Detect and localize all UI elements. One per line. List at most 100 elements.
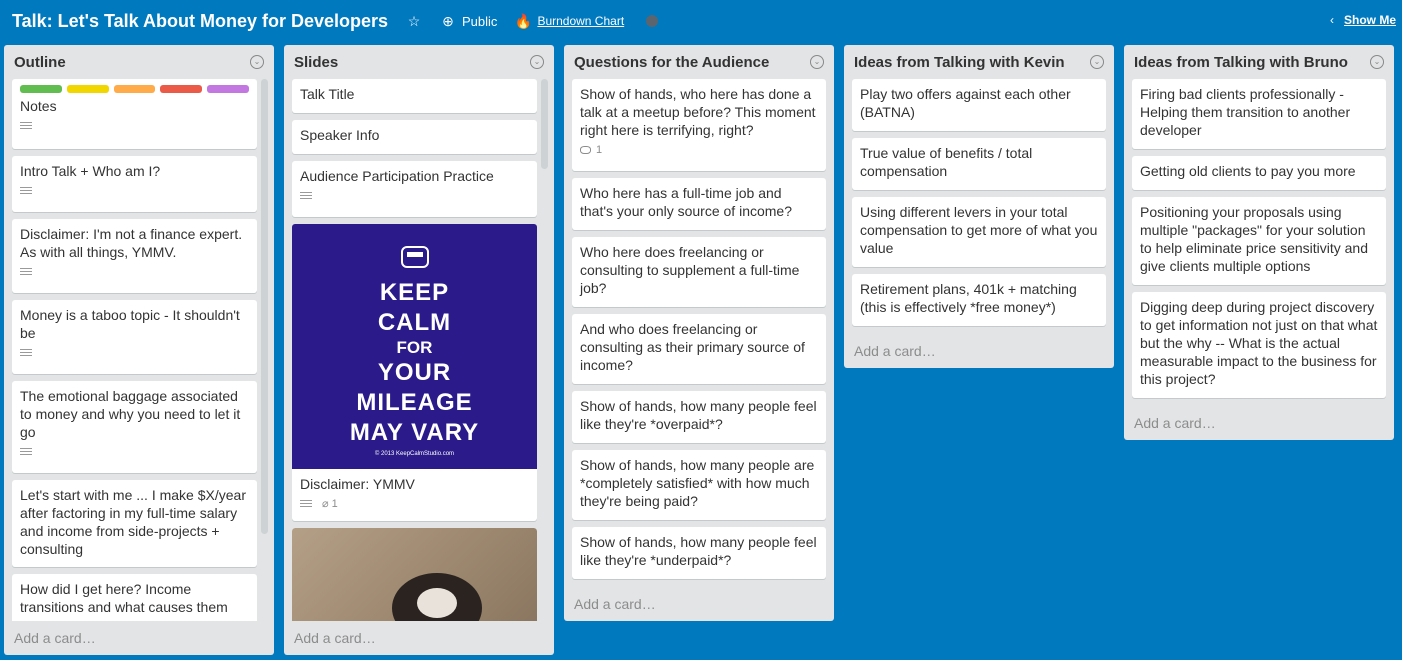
label-yellow (66, 85, 109, 93)
powerup-icon[interactable] (646, 15, 659, 27)
globe-icon: ⊕ (442, 12, 454, 29)
add-card-button[interactable]: Add a card… (294, 630, 376, 646)
board-header: Talk: Let's Talk About Money for Develop… (0, 0, 1402, 42)
card-title: True value of benefits / total compensat… (860, 145, 1033, 179)
description-icon (20, 121, 32, 131)
card[interactable]: Who here does freelancing or consulting … (572, 237, 826, 307)
add-card-button[interactable]: Add a card… (854, 343, 936, 359)
list-title[interactable]: Questions for the Audience (574, 54, 769, 71)
label-orange (113, 85, 156, 93)
scrollbar[interactable] (541, 79, 548, 169)
list-slides: Slides ⌄ Talk Title Speaker Info Audienc… (284, 45, 554, 655)
card-badges: 1 (580, 144, 818, 156)
add-card-button[interactable]: Add a card… (1134, 415, 1216, 431)
list-menu-icon[interactable]: ⌄ (530, 55, 544, 69)
card-title: Retirement plans, 401k + matching (this … (860, 281, 1077, 315)
card-title: Who here does freelancing or consulting … (580, 244, 800, 296)
label-red (160, 85, 203, 93)
card[interactable]: Show of hands, how many people feel like… (572, 527, 826, 579)
bus-icon (400, 245, 429, 268)
card[interactable]: Speaker Info (292, 120, 537, 154)
card[interactable]: Retirement plans, 401k + matching (this … (852, 274, 1106, 326)
cover-text: MILEAGE (356, 388, 473, 416)
card[interactable]: Intro Talk + Who am I? (12, 156, 257, 212)
card-cover-photo (292, 528, 537, 621)
card[interactable]: The emotional baggage associated to mone… (12, 381, 257, 473)
card-title: Show of hands, how many people are *comp… (580, 457, 815, 509)
card-title: Using different levers in your total com… (860, 204, 1098, 256)
card-title: Show of hands, how many people feel like… (580, 534, 817, 568)
visibility-button[interactable]: ⊕ Public (440, 13, 497, 29)
card[interactable]: Play two offers against each other (BATN… (852, 79, 1106, 131)
list-header: Outline ⌄ (4, 45, 274, 79)
label-purple (207, 85, 249, 93)
card[interactable]: True value of benefits / total compensat… (852, 138, 1106, 190)
card-list: Show of hands, who here has done a talk … (572, 79, 826, 586)
card-title: Disclaimer: I'm not a finance expert. As… (20, 226, 243, 260)
card[interactable]: Using different levers in your total com… (852, 197, 1106, 267)
card[interactable]: Who here has a full-time job and that's … (572, 178, 826, 230)
attachment-icon: ⌀ (322, 498, 329, 510)
list-header: Ideas from Talking with Kevin ⌄ (844, 45, 1114, 79)
card[interactable]: Let's start with me ... I make $X/year a… (12, 480, 257, 567)
card-list: Talk Title Speaker Info Audience Partici… (292, 79, 537, 621)
card-badges (20, 185, 249, 197)
card[interactable]: Notes (12, 79, 257, 149)
card[interactable]: Digging deep during project discovery to… (1132, 292, 1386, 398)
card-title: The emotional baggage associated to mone… (20, 388, 241, 440)
star-icon[interactable]: ☆ (406, 13, 422, 29)
card-list: Firing bad clients professionally - Help… (1132, 79, 1386, 405)
list-menu-icon[interactable]: ⌄ (250, 55, 264, 69)
card[interactable]: Audience Participation Practice (292, 161, 537, 217)
card[interactable]: Getting old clients to pay you more (1132, 156, 1386, 190)
list-title[interactable]: Ideas from Talking with Kevin (854, 54, 1065, 71)
card[interactable]: Positioning your proposals using multipl… (1132, 197, 1386, 285)
list-title[interactable]: Outline (14, 54, 66, 71)
description-icon (20, 267, 32, 277)
burndown-link[interactable]: Burndown Chart (537, 14, 624, 28)
description-icon (20, 447, 32, 457)
list-header: Slides ⌄ (284, 45, 554, 79)
card[interactable]: Money is a taboo topic - It shouldn't be (12, 300, 257, 374)
add-card-button[interactable]: Add a card… (574, 596, 656, 612)
card-with-photo[interactable] (292, 528, 537, 621)
card-title: How did I get here? Income transitions a… (20, 581, 228, 615)
show-menu-label: Show Me (1344, 13, 1397, 27)
card-title: Disclaimer: YMMV (300, 476, 415, 492)
list-outline: Outline ⌄ Notes Intro Talk + Who am I? D… (4, 45, 274, 655)
card-with-cover[interactable]: KEEP CALM FOR YOUR MILEAGE MAY VARY © 20… (292, 224, 537, 521)
add-card-button[interactable]: Add a card… (14, 630, 96, 646)
card-title: Talk Title (300, 86, 355, 102)
card-list: Notes Intro Talk + Who am I? Disclaimer:… (12, 79, 257, 621)
description-icon (20, 186, 32, 196)
card[interactable]: Firing bad clients professionally - Help… (1132, 79, 1386, 149)
card[interactable]: Disclaimer: I'm not a finance expert. As… (12, 219, 257, 293)
card[interactable]: Show of hands, how many people feel like… (572, 391, 826, 443)
visibility-label: Public (462, 13, 498, 29)
list-menu-icon[interactable]: ⌄ (1090, 55, 1104, 69)
list-title[interactable]: Slides (294, 54, 338, 71)
card-title: And who does freelancing or consulting a… (580, 321, 805, 373)
list-bruno: Ideas from Talking with Bruno ⌄ Firing b… (1124, 45, 1394, 440)
card[interactable]: Show of hands, who here has done a talk … (572, 79, 826, 171)
card-title: Let's start with me ... I make $X/year a… (20, 487, 246, 557)
card[interactable]: How did I get here? Income transitions a… (12, 574, 257, 621)
cover-text: MAY VARY (349, 418, 480, 446)
list-menu-icon[interactable]: ⌄ (810, 55, 824, 69)
card[interactable]: Talk Title (292, 79, 537, 113)
show-menu-button[interactable]: ‹ Show Me (1330, 13, 1396, 27)
card-title: Speaker Info (300, 127, 380, 143)
card-badges (20, 120, 249, 132)
card[interactable]: And who does freelancing or consulting a… (572, 314, 826, 384)
list-menu-icon[interactable]: ⌄ (1370, 55, 1384, 69)
burndown-button[interactable]: 🔥 Burndown Chart (515, 13, 659, 29)
list-title[interactable]: Ideas from Talking with Bruno (1134, 54, 1348, 71)
card-labels (20, 85, 249, 93)
scrollbar[interactable] (261, 79, 268, 534)
card-badges: ⌀ 1 (300, 498, 529, 510)
board-title[interactable]: Talk: Let's Talk About Money for Develop… (12, 11, 388, 32)
card-badges (20, 347, 249, 359)
photo-highlight (417, 588, 457, 618)
card[interactable]: Show of hands, how many people are *comp… (572, 450, 826, 520)
card-title: Play two offers against each other (BATN… (860, 86, 1071, 120)
